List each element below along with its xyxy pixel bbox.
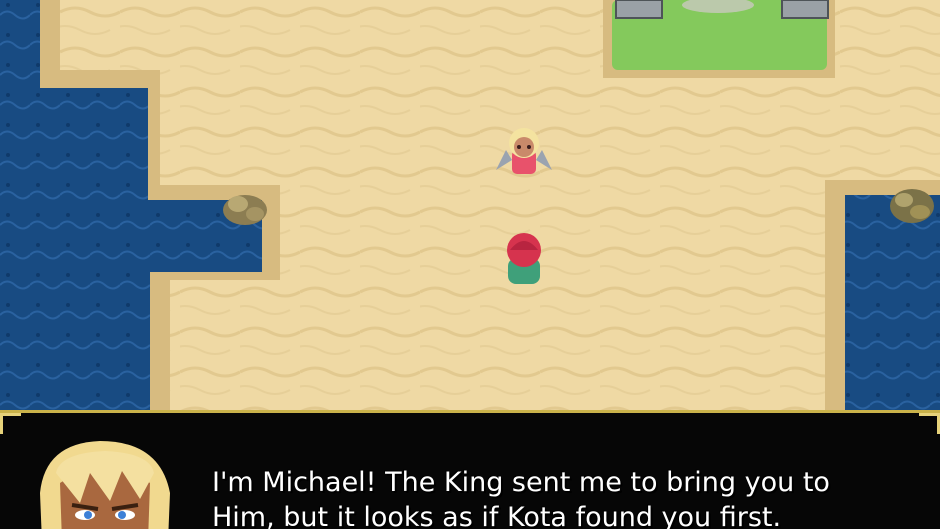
michael-portrait [40,441,170,529]
dialog-frame-corner-left [0,413,21,434]
game-screen: I'm Michael! The King sent me to bring y… [0,0,940,529]
stone-pillar-right [781,0,829,19]
stone-pillar-left [615,0,663,19]
red-haired-player[interactable] [507,233,541,284]
rock-cluster-left [223,195,267,225]
dialog-box[interactable]: I'm Michael! The King sent me to bring y… [0,410,940,529]
dialog-frame-corner-right [919,413,940,434]
rock-cluster-right [890,189,934,223]
dialog-text: I'm Michael! The King sent me to bring y… [212,467,830,529]
right-water [845,195,940,412]
overworld-map [0,0,940,412]
